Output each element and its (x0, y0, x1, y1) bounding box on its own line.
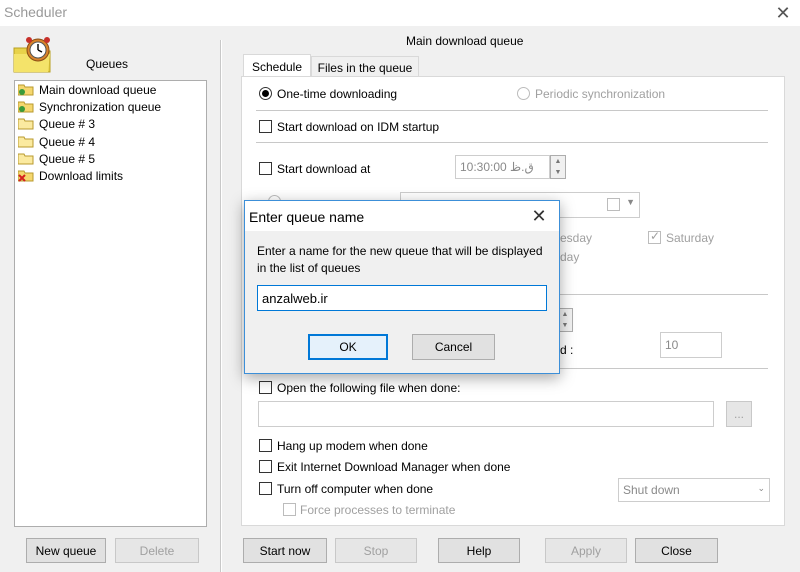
start-now-button[interactable]: Start now (243, 538, 327, 563)
queue-title: Main download queue (406, 34, 524, 48)
window-close-button[interactable]: ✕ (770, 2, 796, 24)
shutdown-combo[interactable]: Shut down ⌄ (618, 478, 770, 502)
shutdown-combo-value: Shut down (623, 483, 680, 497)
exit-idm-checkbox[interactable] (259, 460, 272, 473)
browse-button[interactable]: ... (726, 401, 752, 427)
spin-down-icon: ▼ (554, 169, 562, 176)
delete-queue-button[interactable]: Delete (115, 538, 199, 563)
divider (256, 110, 768, 111)
retry-label-partial: d : (560, 343, 574, 357)
day-partial-tuesday: esday (560, 231, 593, 245)
retry-count-field[interactable]: 10 (660, 332, 722, 358)
saturday-label: Saturday (666, 231, 715, 245)
queue-item-label: Queue # 5 (39, 151, 96, 166)
tab-files-in-queue[interactable]: Files in the queue (311, 56, 419, 78)
force-terminate-label: Force processes to terminate (300, 503, 456, 517)
queue-item-label: Main download queue (39, 82, 157, 97)
queue-item-label: Download limits (39, 169, 124, 184)
dialog-title: Enter queue name (249, 209, 365, 225)
turn-off-label: Turn off computer when done (277, 482, 434, 496)
queue-item-5[interactable]: Queue # 5 (15, 150, 206, 167)
open-file-checkbox[interactable] (259, 381, 272, 394)
one-time-radio[interactable] (259, 87, 272, 100)
force-terminate-checkbox[interactable] (283, 503, 296, 516)
queue-item-main[interactable]: Main download queue (15, 81, 206, 98)
dialog-titlebar: Enter queue name ✕ (245, 201, 559, 231)
queue-name-input[interactable]: anzalweb.ir (257, 285, 547, 311)
help-button[interactable]: Help (438, 538, 520, 563)
day-partial-sunday: day (560, 250, 580, 264)
queue-item-4[interactable]: Queue # 4 (15, 133, 206, 150)
window-title: Scheduler (4, 4, 68, 20)
start-time-field[interactable]: 10:30:00 ق.ظ (455, 155, 550, 179)
start-at-label: Start download at (277, 162, 371, 176)
folder-sync-icon (18, 101, 34, 113)
queue-list[interactable]: Main download queue Synchronization queu… (14, 80, 207, 527)
spin-up-icon: ▲ (554, 158, 562, 165)
saturday-checkbox[interactable] (648, 229, 661, 244)
start-on-startup-label: Start download on IDM startup (277, 120, 440, 134)
hang-up-label: Hang up modem when done (277, 439, 428, 453)
chevron-down-icon: ▼ (626, 197, 635, 207)
folder-icon (18, 153, 34, 165)
open-file-label: Open the following file when done: (277, 381, 461, 395)
queue-item-label: Synchronization queue (39, 99, 162, 114)
spin-up-icon: ▲ (561, 311, 569, 318)
enter-queue-name-dialog: Enter queue name ✕ Enter a name for the … (244, 200, 560, 374)
folder-icon (18, 118, 34, 130)
queue-item-label: Queue # 4 (39, 134, 96, 149)
start-time-spinner[interactable]: ▲ ▼ (550, 155, 566, 179)
window-titlebar: Scheduler ✕ (0, 0, 800, 26)
periodic-label: Periodic synchronization (535, 87, 666, 101)
ok-button[interactable]: OK (308, 334, 388, 360)
divider (256, 142, 768, 143)
dialog-message: Enter a name for the new queue that will… (257, 244, 543, 275)
tab-schedule[interactable]: Schedule (243, 54, 311, 78)
pane-splitter[interactable] (220, 40, 222, 572)
queue-item-sync[interactable]: Synchronization queue (15, 98, 206, 115)
open-file-path-field[interactable] (258, 401, 714, 427)
dialog-close-button[interactable]: ✕ (525, 204, 553, 228)
periodic-radio[interactable] (517, 87, 530, 100)
limit-x-icon (18, 170, 34, 182)
one-time-label: One-time downloading (277, 87, 398, 101)
new-queue-button[interactable]: New queue (26, 538, 106, 563)
start-on-startup-checkbox[interactable] (259, 120, 272, 133)
days-combo-checkbox[interactable] (607, 198, 620, 211)
queue-item-download-limits[interactable]: Download limits (15, 167, 206, 184)
queues-pane: Queues Main download queue Synchronizati… (0, 26, 220, 572)
cancel-button[interactable]: Cancel (412, 334, 495, 360)
close-button[interactable]: Close (635, 538, 718, 563)
chevron-down-icon: ⌄ (757, 483, 765, 493)
turn-off-checkbox[interactable] (259, 482, 272, 495)
queues-heading: Queues (86, 57, 129, 71)
apply-button[interactable]: Apply (545, 538, 627, 563)
hang-up-checkbox[interactable] (259, 439, 272, 452)
queue-item-label: Queue # 3 (39, 117, 96, 132)
start-at-checkbox[interactable] (259, 162, 272, 175)
stop-button[interactable]: Stop (335, 538, 417, 563)
alarm-clock-folder-icon (13, 37, 51, 73)
spin-down-icon: ▼ (561, 322, 569, 329)
folder-clock-icon (18, 84, 34, 96)
folder-icon (18, 136, 34, 148)
queue-item-3[interactable]: Queue # 3 (15, 116, 206, 133)
exit-idm-label: Exit Internet Download Manager when done (277, 460, 511, 474)
